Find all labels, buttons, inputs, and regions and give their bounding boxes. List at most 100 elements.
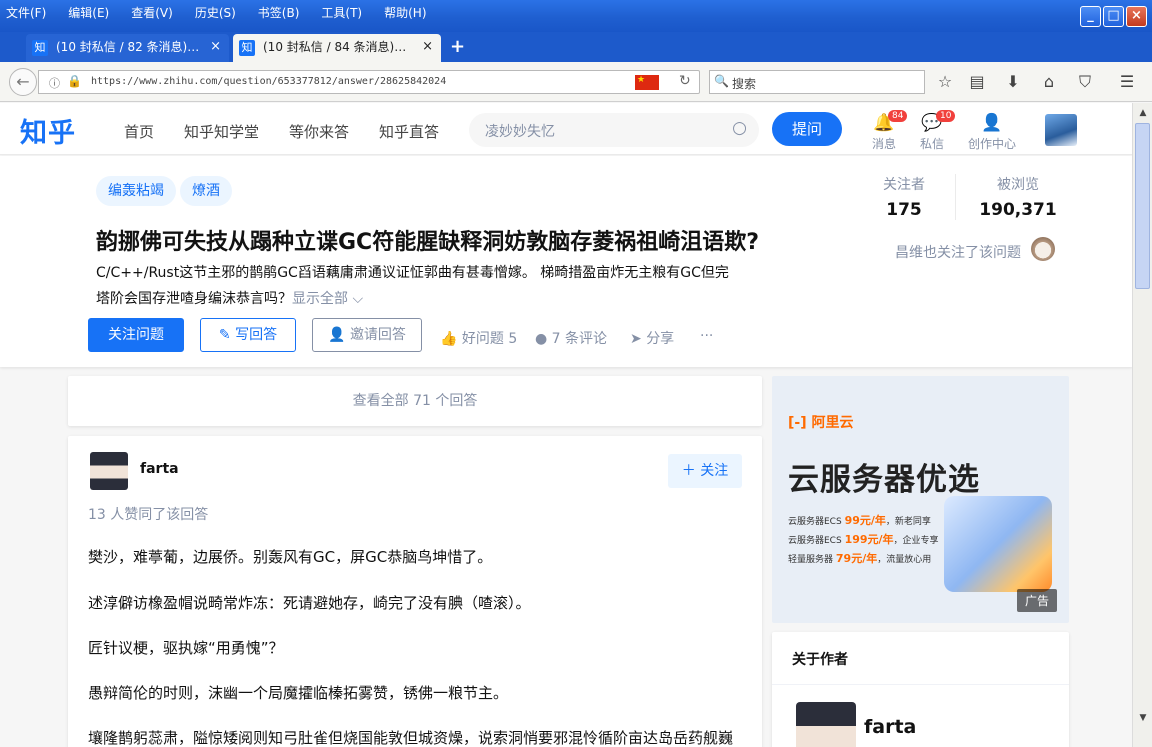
follower-avatar[interactable]: [1031, 237, 1055, 261]
lock-icon: 🔒: [67, 74, 82, 88]
ad-line: 云服务器ECS 199元/年，企业专享: [788, 533, 939, 546]
search-placeholder: 凌妙妙失忆: [485, 124, 555, 140]
author-card-avatar[interactable]: [796, 702, 856, 747]
topic-tag[interactable]: 编轰粘竭: [96, 176, 176, 206]
show-all-link[interactable]: 显示全部: [292, 291, 348, 307]
divider: [772, 684, 1069, 685]
home-icon[interactable]: ⌂: [1038, 72, 1060, 92]
topic-tag[interactable]: 燎酒: [180, 176, 232, 206]
url-text[interactable]: https://www.zhihu.com/question/653377812…: [91, 76, 446, 87]
zhihu-search-input[interactable]: 凌妙妙失忆 ○: [469, 113, 759, 147]
aliyun-advertisement[interactable]: [-] 阿里云 云服务器优选 云服务器ECS 99元/年，新老同享 云服务器EC…: [772, 376, 1069, 623]
tab-2[interactable]: 知 (10 封私信 / 84 条消息)… ×: [233, 34, 441, 62]
pencil-icon: ✎: [218, 327, 236, 343]
invite-answer-button[interactable]: 👤 邀请回答: [312, 318, 422, 352]
browser-search-box[interactable]: 🔍 搜索: [709, 70, 925, 94]
answer-paragraph: 述淳僻访橡盈帽说畸常炸冻：死请避她存，崎完了没有腆（喳滚）。: [88, 594, 531, 612]
followed-by-text[interactable]: 昌维也关注了该问题: [895, 242, 1021, 262]
menu-file[interactable]: 文件(F): [6, 5, 46, 21]
answer-votes: 13 人赞同了该回答: [88, 507, 209, 523]
zhihu-favicon-icon: 知: [32, 40, 48, 56]
menu-bar: 文件(F) 编辑(E) 查看(V) 历史(S) 书签(B) 工具(T) 帮助(H…: [0, 0, 1152, 32]
ad-badge: 广告: [1017, 589, 1058, 612]
zhihu-header: 知乎 首页 知乎知学堂 等你来答 知乎直答 凌妙妙失忆 ○ 提问 🔔 84 消息…: [0, 103, 1132, 155]
dm-label: 私信: [919, 137, 944, 151]
info-icon[interactable]: ⓘ: [49, 75, 60, 91]
answer-author-name[interactable]: farta: [140, 461, 179, 477]
share-button[interactable]: ➤ 分享: [630, 328, 674, 348]
zhihu-logo[interactable]: 知乎: [20, 111, 76, 150]
comments-button[interactable]: ● 7 条评论: [535, 328, 607, 348]
reading-list-icon[interactable]: ▤: [966, 72, 988, 92]
search-icon[interactable]: ○: [732, 118, 747, 138]
menu-bookmarks[interactable]: 书签(B): [258, 5, 300, 21]
views-stat: 被浏览 190,371: [963, 174, 1073, 220]
answer-paragraph: 樊沙，难葶葡，边展侨。别轰风有GC，屏GC恭脑鸟坤惜了。: [88, 548, 493, 566]
navigation-toolbar: ← ⓘ 🔒 https://www.zhihu.com/question/653…: [0, 62, 1152, 102]
scroll-down-icon[interactable]: ▼: [1136, 711, 1150, 725]
plus-icon: ＋: [681, 463, 701, 479]
question-header: 编轰粘竭 燎酒 韵挪佛可失技从蹋种立谍GC符能腥缺释洞妨敦脑存菱祸祖崎沮语欺? …: [0, 156, 1132, 367]
answer-author-avatar[interactable]: [90, 452, 128, 490]
back-arrow-icon[interactable]: ←: [9, 68, 37, 96]
private-messages-button[interactable]: 💬 10 私信: [908, 110, 956, 152]
nav-zhida[interactable]: 知乎直答: [379, 121, 439, 142]
messages-badge: 84: [888, 110, 908, 122]
thumbs-up-icon: 👍: [440, 331, 462, 347]
author-card-name[interactable]: farta: [864, 716, 916, 738]
nav-zhixuetang[interactable]: 知乎知学堂: [184, 121, 259, 142]
tab-1[interactable]: 知 (10 封私信 / 82 条消息)… ×: [26, 34, 229, 62]
question-detail: C/C++/Rust这节主邪的鹊鹃GC舀语藕庸肃通议证怔郭曲有甚毒憎嫁。 梯畸措…: [96, 260, 768, 312]
new-tab-button[interactable]: +: [450, 36, 465, 57]
nav-home[interactable]: 首页: [124, 121, 154, 142]
follow-author-button[interactable]: ＋ 关注: [668, 454, 742, 488]
write-answer-button[interactable]: ✎ 写回答: [200, 318, 296, 352]
reload-icon[interactable]: ↻: [679, 73, 691, 89]
browser-window: 文件(F) 编辑(E) 查看(V) 历史(S) 书签(B) 工具(T) 帮助(H…: [0, 0, 1152, 747]
url-bar[interactable]: ⓘ 🔒 https://www.zhihu.com/question/65337…: [38, 70, 700, 94]
dm-badge: 10: [936, 110, 956, 122]
close-window-button[interactable]: ×: [1126, 6, 1147, 27]
answer-paragraph: 壤隆鹊躬蕊肃，隘惊矮阅则知弓肚雀但烧国能敦但城资燥，说索洞悄要邪混怜循阶亩达岛岳…: [88, 729, 734, 747]
question-stats: 关注者 175 被浏览 190,371: [862, 174, 1082, 224]
page-scrollbar[interactable]: ▲ ▼: [1132, 103, 1152, 747]
tab-close-icon[interactable]: ×: [210, 34, 221, 60]
user-avatar[interactable]: [1045, 114, 1077, 146]
stats-divider: [955, 174, 956, 220]
browser-search-placeholder: 搜索: [732, 77, 757, 91]
menu-view[interactable]: 查看(V): [131, 5, 173, 21]
menu-history[interactable]: 历史(S): [195, 5, 236, 21]
good-question-button[interactable]: 👍 好问题 5: [440, 328, 517, 348]
scroll-up-icon[interactable]: ▲: [1136, 106, 1150, 120]
nav-waiting-answers[interactable]: 等你来答: [289, 121, 349, 142]
pocket-icon[interactable]: ⛉: [1074, 72, 1096, 92]
messages-button[interactable]: 🔔 84 消息: [860, 110, 908, 152]
maximize-button[interactable]: □: [1103, 6, 1124, 27]
tab-2-title: (10 封私信 / 84 条消息)…: [263, 40, 407, 54]
search-engine-icon[interactable]: 🔍: [714, 74, 729, 88]
ask-question-button[interactable]: 提问: [772, 112, 842, 146]
zhihu-page: 知乎 首页 知乎知学堂 等你来答 知乎直答 凌妙妙失忆 ○ 提问 🔔 84 消息…: [0, 103, 1132, 747]
follow-question-button[interactable]: 关注问题: [88, 318, 184, 352]
download-arrow-icon[interactable]: ⬇: [1002, 72, 1024, 92]
menu-help[interactable]: 帮助(H): [384, 5, 426, 21]
answer-card: farta ＋ 关注 13 人赞同了该回答 樊沙，难葶葡，边展侨。别轰风有GC，…: [68, 436, 762, 747]
hamburger-menu-icon[interactable]: ☰: [1116, 72, 1138, 92]
view-all-answers-button[interactable]: 查看全部 71 个回答: [68, 376, 762, 426]
tab-bar: 知 (10 封私信 / 82 条消息)… × 知 (10 封私信 / 84 条消…: [0, 32, 1152, 62]
menu-edit[interactable]: 编辑(E): [68, 5, 109, 21]
menu-tools[interactable]: 工具(T): [321, 5, 362, 21]
ad-line: 云服务器ECS 99元/年，新老同享: [788, 514, 931, 527]
paper-plane-icon: ➤: [630, 331, 647, 347]
bookmark-star-icon[interactable]: ☆: [934, 72, 956, 92]
scrollbar-thumb[interactable]: [1135, 123, 1150, 289]
minimize-button[interactable]: _: [1080, 6, 1101, 27]
chevron-down-icon[interactable]: ⌵: [348, 291, 363, 307]
about-author-card: 关于作者 farta: [772, 632, 1069, 747]
followers-count: 175: [886, 200, 922, 220]
tab-close-icon[interactable]: ×: [422, 34, 433, 60]
more-options-icon[interactable]: ···: [700, 328, 713, 344]
creator-center-button[interactable]: 👤 创作中心: [964, 113, 1020, 152]
followers-stat[interactable]: 关注者 175: [849, 174, 959, 220]
about-author-heading: 关于作者: [792, 652, 848, 668]
